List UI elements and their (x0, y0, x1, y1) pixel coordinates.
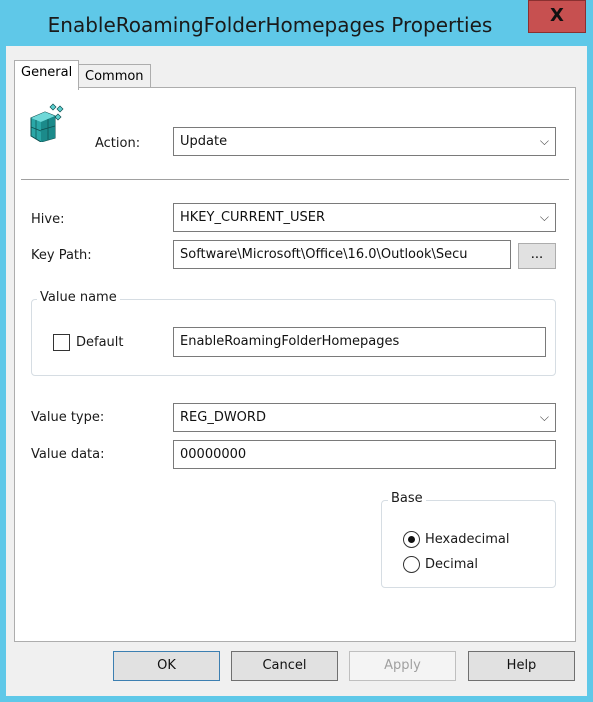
dialog-client: General Common Action: Update ⌵ Hive: HK… (6, 46, 587, 696)
value-type-label: Value type: (31, 410, 105, 425)
hexadecimal-label: Hexadecimal (425, 532, 510, 547)
value-name-group-label: Value name (37, 290, 120, 305)
registry-cubes-icon (30, 103, 64, 142)
value-data-input[interactable]: 00000000 (173, 440, 556, 469)
hive-label: Hive: (31, 212, 65, 227)
browse-key-path-button[interactable]: ... (518, 243, 556, 269)
help-button[interactable]: Help (468, 651, 575, 681)
value-name-input[interactable]: EnableRoamingFolderHomepages (173, 327, 546, 357)
chevron-down-icon: ⌵ (539, 410, 549, 424)
base-group-label: Base (388, 491, 426, 506)
ok-button[interactable]: OK (113, 651, 220, 681)
apply-button[interactable]: Apply (349, 651, 456, 681)
hexadecimal-radio[interactable] (403, 531, 420, 548)
title-bar[interactable]: EnableRoamingFolderHomepages Properties … (0, 0, 593, 46)
separator (21, 179, 569, 180)
action-label: Action: (95, 136, 141, 151)
value-type-value: REG_DWORD (180, 410, 266, 425)
key-path-input[interactable]: Software\Microsoft\Office\16.0\Outlook\S… (173, 240, 511, 269)
value-data-label: Value data: (31, 447, 105, 462)
hive-value: HKEY_CURRENT_USER (180, 210, 326, 225)
general-panel: Action: Update ⌵ Hive: HKEY_CURRENT_USER… (14, 87, 576, 642)
value-type-dropdown[interactable]: REG_DWORD ⌵ (173, 403, 556, 432)
action-dropdown[interactable]: Update ⌵ (173, 127, 556, 156)
decimal-label: Decimal (425, 557, 479, 572)
cancel-button[interactable]: Cancel (231, 651, 338, 681)
hive-dropdown[interactable]: HKEY_CURRENT_USER ⌵ (173, 203, 556, 232)
tab-common[interactable]: Common (78, 64, 151, 88)
decimal-radio[interactable] (403, 556, 420, 573)
action-value: Update (180, 134, 228, 149)
close-button[interactable]: X (528, 0, 586, 33)
window-title: EnableRoamingFolderHomepages Properties (47, 13, 493, 37)
tab-general[interactable]: General (14, 60, 80, 90)
default-checkbox[interactable] (53, 334, 70, 351)
chevron-down-icon: ⌵ (539, 210, 549, 224)
close-icon: X (550, 5, 564, 26)
key-path-label: Key Path: (31, 248, 92, 263)
default-label: Default (76, 335, 124, 350)
chevron-down-icon: ⌵ (539, 134, 549, 148)
